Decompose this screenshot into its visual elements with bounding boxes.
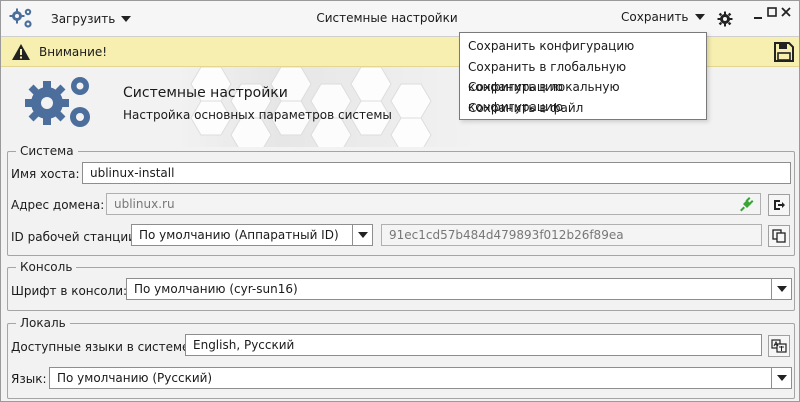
save-dropdown-menu: Сохранить конфигурацию Сохранить в глоба… <box>459 32 707 120</box>
workstation-id-select-value: По умолчанию (Аппаратный ID) <box>139 228 339 242</box>
chevron-down-icon[interactable] <box>771 279 791 299</box>
save-button[interactable]: Сохранить <box>621 10 705 24</box>
sign-in-icon <box>774 200 785 210</box>
domain-input-placeholder: ublinux.ru <box>114 197 175 211</box>
workstation-id-input[interactable]: 91ec1cd57b484d479893f012b26f89ea <box>381 224 762 246</box>
console-font-label: Шрифт в консоли: <box>11 284 128 298</box>
console-font-select-value: По умолчанию (cyr-sun16) <box>134 282 298 296</box>
system-group-legend: Система <box>20 144 74 158</box>
close-icon[interactable] <box>781 7 791 17</box>
workstation-id-placeholder: 91ec1cd57b484d479893f012b26f89ea <box>389 228 624 242</box>
gear-icon[interactable] <box>717 11 733 27</box>
language-label: Язык: <box>11 372 47 386</box>
menu-item-save-local[interactable]: Сохранить в локальную конфигурацию <box>460 77 706 114</box>
plug-icon[interactable] <box>739 196 755 212</box>
menu-item-save-file[interactable]: Сохранить в файл <box>460 98 706 119</box>
copy-workstation-id-button[interactable] <box>768 225 790 247</box>
banner-subtitle: Настройка основных параметров системы <box>123 108 392 122</box>
floppy-disk-icon[interactable] <box>773 41 795 63</box>
console-font-select[interactable]: По умолчанию (cyr-sun16) <box>126 278 792 300</box>
warning-icon <box>12 44 30 60</box>
app-window: Загрузить Системные настройки Сохранить <box>0 0 800 402</box>
available-languages-input[interactable]: English, Русский <box>185 334 762 356</box>
choose-languages-button[interactable] <box>768 335 790 357</box>
chevron-down-icon[interactable] <box>771 368 791 388</box>
available-languages-label: Доступные языки в системе: <box>11 340 194 354</box>
save-button-label: Сохранить <box>621 10 689 24</box>
hostname-input[interactable]: ublinux-install <box>82 162 791 184</box>
copy-icon <box>772 229 786 243</box>
warning-text: Внимание! <box>39 45 108 59</box>
language-select[interactable]: По умолчанию (Русский) <box>49 367 792 389</box>
chevron-down-icon <box>694 14 705 20</box>
banner-title: Системные настройки <box>123 85 288 101</box>
minimize-icon[interactable] <box>753 10 763 20</box>
hexagon-pattern-decoration <box>190 67 432 147</box>
menu-item-save-config[interactable]: Сохранить конфигурацию <box>460 36 706 57</box>
domain-label: Адрес домена: <box>11 198 105 212</box>
workstation-id-select[interactable]: По умолчанию (Аппаратный ID) <box>131 224 373 246</box>
menu-item-save-global[interactable]: Сохранить в глобальную конфигурацию <box>460 57 706 94</box>
system-settings-gears-icon <box>25 77 90 127</box>
locale-group-legend: Локаль <box>20 316 66 330</box>
join-domain-button[interactable] <box>768 194 790 216</box>
hostname-label: Имя хоста: <box>11 167 80 181</box>
language-select-value: По умолчанию (Русский) <box>57 371 213 385</box>
workstation-id-label: ID рабочей станции: <box>11 230 140 244</box>
maximize-icon[interactable] <box>767 7 777 17</box>
console-group-legend: Консоль <box>20 260 73 274</box>
domain-input[interactable]: ublinux.ru <box>106 193 761 215</box>
translate-icon <box>771 339 787 353</box>
chevron-down-icon[interactable] <box>352 225 372 245</box>
